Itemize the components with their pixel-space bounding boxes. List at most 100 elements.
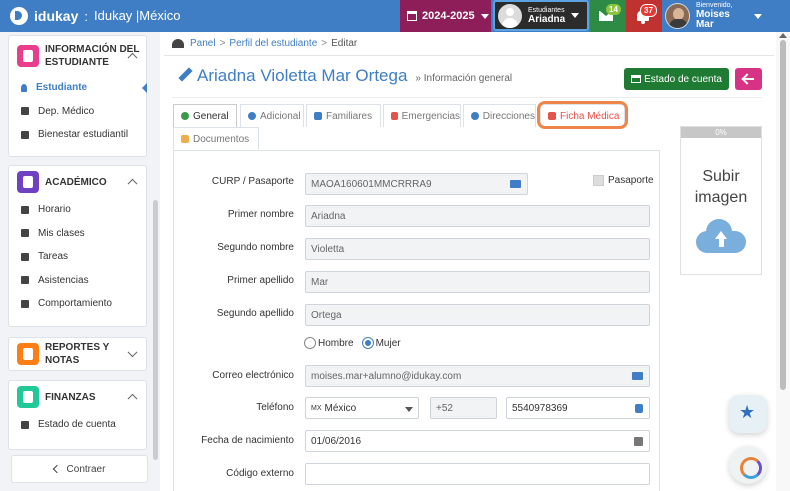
sidebar-item-dep-medico[interactable]: Dep. Médico: [9, 100, 146, 124]
gender-female-radio[interactable]: [361, 337, 374, 349]
caret-down-icon: [405, 407, 413, 412]
page-subtitle: » Información general: [415, 73, 513, 84]
birth-date-label: Fecha de nacimiento: [201, 435, 294, 446]
sidebar-item-tareas[interactable]: Tareas: [9, 245, 146, 269]
birth-date-input[interactable]: 01/06/2016: [305, 430, 650, 452]
tab-label: Direcciones: [482, 110, 535, 122]
chevron-up-icon[interactable]: [127, 178, 138, 189]
idukay-logo[interactable]: idukay :: [10, 7, 88, 25]
breadcrumb: Panel > Perfil del estudiante > Editar: [172, 38, 357, 49]
sidebar-section-header[interactable]: REPORTES Y NOTAS: [9, 338, 146, 370]
credit-card-icon: [21, 420, 29, 429]
divider: [172, 97, 762, 98]
checkbox[interactable]: [593, 175, 604, 186]
gender-male-radio[interactable]: [304, 337, 316, 349]
sidebar-section-header[interactable]: INFORMACIÓN DEL ESTUDIANTE: [9, 36, 146, 76]
sidebar-section-header[interactable]: FINANZAS: [9, 381, 146, 413]
email-input[interactable]: moises.mar+alumno@idukay.com: [305, 365, 650, 387]
first-name-input[interactable]: Ariadna: [305, 205, 650, 227]
student-name: Ariadna: [528, 13, 566, 25]
scroll-up-arrow-icon[interactable]: [779, 33, 787, 38]
sidebar-section-header[interactable]: ACADÉMICO: [9, 166, 146, 198]
brand-name: idukay: [34, 8, 79, 24]
external-code-input[interactable]: [305, 463, 650, 485]
notifications-button[interactable]: 37: [626, 0, 662, 32]
sidebar-item-label: Asistencias: [38, 274, 89, 286]
location-icon: [471, 112, 479, 120]
upload-image-box[interactable]: 0% Subir imagen: [680, 126, 762, 275]
idukay-logo-icon: [10, 7, 28, 25]
tab-emergencias[interactable]: Emergencias: [383, 104, 461, 127]
second-surname-label: Segundo apellido: [216, 308, 294, 319]
tab-familiares[interactable]: Familiares: [306, 104, 381, 127]
sidebar-item-label: Mis clases: [38, 227, 85, 239]
thumbs-up-icon: [21, 299, 29, 308]
tab-direcciones[interactable]: Direcciones: [463, 104, 536, 127]
collapse-sidebar-button[interactable]: Contraer: [11, 455, 148, 483]
second-surname-input[interactable]: Ortega: [305, 304, 650, 326]
passport-checkbox[interactable]: Pasaporte: [593, 175, 654, 186]
sidebar-item-estado-cuenta[interactable]: Estado de cuenta: [9, 413, 146, 437]
sidebar-scrollbar-thumb[interactable]: [153, 200, 158, 460]
sidebar-item-horario[interactable]: Horario: [9, 198, 146, 222]
help-assistant-button[interactable]: [729, 446, 767, 484]
page-scrollbar-thumb[interactable]: [780, 40, 786, 390]
collapse-label: Contraer: [66, 463, 106, 475]
sidebar-item-asistencias[interactable]: Asistencias: [9, 269, 146, 293]
phone-prefix-value: +52: [436, 402, 453, 414]
tab-label: Emergencias: [401, 110, 460, 122]
school-name: Idukay |México: [94, 8, 181, 23]
school-year-selector[interactable]: 2024-2025: [400, 0, 491, 32]
first-surname-input[interactable]: Mar: [305, 271, 650, 293]
caret-down-icon: [754, 13, 762, 19]
sidebar: INFORMACIÓN DEL ESTUDIANTE Estudiante De…: [0, 32, 160, 491]
sidebar-item-label: Horario: [38, 204, 71, 216]
page-title: Ariadna Violetta Mar Ortega: [197, 66, 408, 85]
chevron-left-icon: [52, 464, 61, 474]
pencil-icon: [178, 68, 192, 82]
sidebar-item-mis-clases[interactable]: Mis clases: [9, 222, 146, 246]
sidebar-item-estudiante[interactable]: Estudiante: [9, 76, 147, 100]
chevron-up-icon[interactable]: [127, 393, 138, 404]
tab-general[interactable]: General: [173, 104, 237, 127]
wellbeing-icon: [21, 130, 29, 139]
finance-icon: [17, 386, 39, 408]
phone-country-select[interactable]: MX México: [305, 397, 419, 419]
external-code-label: Código externo: [226, 468, 294, 479]
second-surname-value: Ortega: [311, 309, 342, 321]
first-surname-label: Primer apellido: [227, 275, 294, 286]
user-menu[interactable]: Bienvenido, Moises Mar: [662, 0, 762, 32]
sidebar-item-bienestar[interactable]: Bienestar estudiantil: [9, 123, 146, 147]
sidebar-item-label: Estudiante: [36, 82, 88, 94]
document-icon: [21, 252, 29, 261]
messages-badge: 14: [606, 4, 621, 15]
upload-label-line2: imagen: [694, 189, 748, 206]
account-statement-button[interactable]: Estado de cuenta: [624, 68, 729, 90]
tab-documentos[interactable]: Documentos: [173, 127, 259, 150]
phone-number-input[interactable]: 5540978369: [506, 397, 650, 419]
user-avatar: [665, 3, 690, 29]
calendar-icon: [407, 11, 417, 21]
back-button[interactable]: [735, 68, 762, 90]
second-name-input[interactable]: Violetta: [305, 238, 650, 260]
tab-label: General: [193, 110, 229, 122]
tab-adicional[interactable]: Adicional: [240, 104, 304, 127]
sidebar-item-label: Estado de cuenta: [38, 419, 116, 431]
medical-kit-icon: [21, 107, 29, 116]
dashboard-icon: [172, 39, 184, 48]
sidebar-section-reportes[interactable]: REPORTES Y NOTAS: [8, 337, 147, 371]
upload-label: Subir imagen: [681, 166, 761, 208]
messages-button[interactable]: 14: [590, 0, 626, 32]
breadcrumb-panel[interactable]: Panel: [190, 38, 216, 49]
curp-input[interactable]: MAOA160601MMCRRRA9: [305, 173, 528, 195]
first-surname-value: Mar: [311, 276, 329, 288]
reports-icon: [17, 343, 39, 365]
sidebar-item-comportamiento[interactable]: Comportamiento: [9, 292, 146, 316]
breadcrumb-profile[interactable]: Perfil del estudiante: [229, 38, 317, 49]
account-statement-label: Estado de cuenta: [644, 73, 722, 85]
person-icon: [21, 83, 27, 92]
student-selector[interactable]: Estudiantes Ariadna: [493, 0, 589, 31]
gender-radio-group: Hombre Mujer: [304, 337, 401, 349]
ambulance-icon: [391, 112, 398, 120]
favorites-star-button[interactable]: [729, 395, 767, 433]
